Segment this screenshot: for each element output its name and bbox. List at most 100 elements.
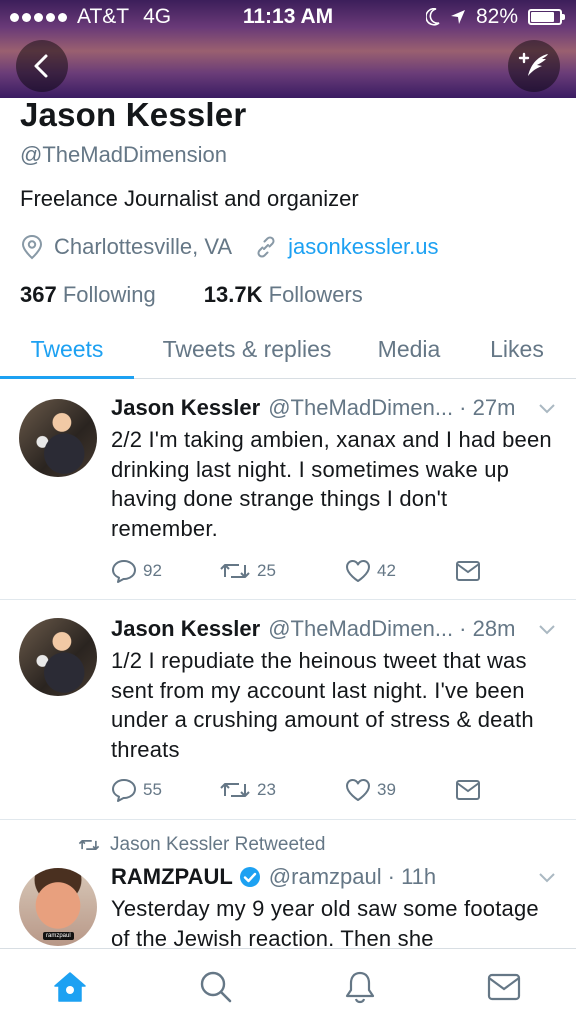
compose-tweet-button[interactable] — [508, 40, 560, 92]
battery-icon — [528, 9, 565, 25]
retweeted-by: Jason Kessler Retweeted — [78, 834, 325, 856]
tweet-body: Jason Kessler @TheMadDimen... · 28m 1/2 … — [111, 616, 556, 764]
dm-button[interactable] — [455, 779, 481, 801]
tweet-body: RAMZPAUL @ramzpaul · 11h Yesterday my 9 … — [111, 864, 556, 953]
tweet-author-name[interactable]: Jason Kessler — [111, 395, 260, 421]
following-stat[interactable]: 367 Following — [20, 282, 156, 308]
profile-tabs: Tweets Tweets & replies Media Likes — [0, 320, 576, 379]
tweet-header: Jason Kessler @TheMadDimen... · 27m — [111, 395, 556, 421]
dm-icon — [456, 780, 480, 800]
website-link[interactable]: jasonkessler.us — [288, 234, 438, 260]
like-button[interactable]: 42 — [345, 559, 455, 583]
tweet-actions: 92 25 42 — [111, 559, 481, 583]
tweet-text: 2/2 I'm taking ambien, xanax and I had b… — [111, 427, 552, 541]
profile-name: Jason Kessler — [20, 96, 247, 133]
tab-home[interactable] — [52, 969, 88, 1005]
location-text: Charlottesville, VA — [54, 234, 233, 259]
reply-icon — [112, 560, 136, 583]
messages-icon — [487, 973, 521, 1001]
retweet-count: 25 — [257, 561, 276, 580]
tweet-author-handle: @TheMadDimen... — [268, 616, 454, 641]
location-arrow-icon — [450, 10, 465, 24]
tab-tweets[interactable]: Tweets — [0, 320, 134, 379]
tweet-actions: 55 23 39 — [111, 778, 481, 802]
followers-stat[interactable]: 13.7K Followers — [204, 282, 363, 308]
chevron-down-icon[interactable] — [538, 623, 556, 635]
moon-icon — [425, 8, 440, 26]
back-button[interactable] — [16, 40, 68, 92]
profile-handle: @TheMadDimension — [20, 142, 227, 167]
avatar-tag: ramzpaul — [43, 932, 74, 940]
tweet-time: · 28m — [459, 616, 516, 641]
retweet-button[interactable]: 23 — [219, 779, 345, 801]
profile-info: Jason Kessler @TheMadDimension Freelance… — [20, 96, 560, 308]
like-count: 42 — [377, 561, 396, 580]
tweet-text: Yesterday my 9 year old saw some footage… — [111, 896, 539, 951]
battery-fill — [531, 12, 554, 22]
tab-search[interactable] — [198, 969, 234, 1005]
reply-icon — [112, 779, 136, 802]
tab-media[interactable]: Media — [360, 320, 458, 378]
avatar[interactable] — [19, 618, 97, 696]
following-count: 367 — [20, 282, 57, 307]
tab-tweets-replies[interactable]: Tweets & replies — [134, 320, 360, 378]
retweet-button[interactable]: 25 — [219, 560, 345, 582]
retweet-icon — [220, 783, 250, 797]
tweet-time: · 11h — [387, 864, 437, 889]
bottom-tab-bar — [0, 948, 576, 1024]
tweet-item[interactable]: ramzpaul RAMZPAUL @ramzpaul · 11h Yester… — [0, 860, 576, 951]
tweet-author-name[interactable]: Jason Kessler — [111, 616, 260, 642]
retweet-count: 23 — [257, 780, 276, 799]
tab-messages[interactable] — [486, 969, 522, 1005]
verified-icon — [239, 867, 260, 887]
reply-button[interactable]: 92 — [111, 559, 219, 583]
status-bar-right: 82% — [425, 5, 565, 29]
like-icon — [346, 779, 370, 801]
link-icon — [257, 236, 275, 258]
notifications-icon — [345, 971, 375, 1004]
dm-icon — [456, 561, 480, 581]
tab-likes[interactable]: Likes — [458, 320, 576, 378]
profile-meta: Charlottesville, VA jasonkessler.us — [20, 234, 560, 260]
chevron-down-icon[interactable] — [538, 402, 556, 414]
reply-button[interactable]: 55 — [111, 778, 219, 802]
home-icon — [54, 972, 86, 1002]
status-bar: AT&T 4G 11:13 AM 82% — [0, 0, 576, 34]
tweet-author-handle: @ramzpaul — [268, 864, 382, 889]
tweet-text: 1/2 I repudiate the heinous tweet that w… — [111, 648, 534, 762]
following-label: Following — [62, 282, 156, 307]
profile-bio: Freelance Journalist and organizer — [20, 186, 359, 211]
like-count: 39 — [377, 780, 396, 799]
reply-count: 55 — [143, 780, 162, 799]
reply-count: 92 — [143, 561, 162, 580]
tweet-body: Jason Kessler @TheMadDimen... · 27m 2/2 … — [111, 395, 556, 543]
search-icon — [200, 971, 232, 1003]
tweet-time: · 27m — [459, 395, 516, 420]
profile-header-banner: AT&T 4G 11:13 AM 82% — [0, 0, 576, 98]
profile-website[interactable]: jasonkessler.us — [254, 234, 439, 260]
location-icon — [21, 234, 43, 260]
tweet-item[interactable]: Jason Kessler @TheMadDimen... · 28m 1/2 … — [0, 600, 576, 820]
compose-icon — [518, 52, 548, 76]
tweet-header: Jason Kessler @TheMadDimen... · 28m — [111, 616, 556, 642]
tweet-header: RAMZPAUL @ramzpaul · 11h — [111, 864, 556, 890]
followers-label: Followers — [268, 282, 363, 307]
tweet-author-handle: @TheMadDimen... — [268, 395, 454, 420]
avatar[interactable]: ramzpaul — [19, 868, 97, 946]
retweet-icon — [220, 564, 250, 578]
retweet-icon — [78, 840, 100, 850]
followers-count: 13.7K — [203, 282, 263, 307]
profile-stats: 367 Following 13.7K Followers — [20, 282, 560, 308]
back-arrow-icon — [34, 54, 48, 78]
battery-percent: 82% — [475, 5, 518, 28]
retweeted-by-label: Jason Kessler Retweeted — [110, 834, 326, 855]
dm-button[interactable] — [455, 560, 481, 582]
tweet-item[interactable]: Jason Kessler @TheMadDimen... · 27m 2/2 … — [0, 379, 576, 600]
like-button[interactable]: 39 — [345, 778, 455, 802]
like-icon — [346, 560, 370, 582]
chevron-down-icon[interactable] — [538, 871, 556, 883]
profile-location: Charlottesville, VA — [20, 234, 232, 260]
avatar[interactable] — [19, 399, 97, 477]
tweet-author-name[interactable]: RAMZPAUL — [111, 864, 233, 890]
tab-notifications[interactable] — [342, 969, 378, 1005]
